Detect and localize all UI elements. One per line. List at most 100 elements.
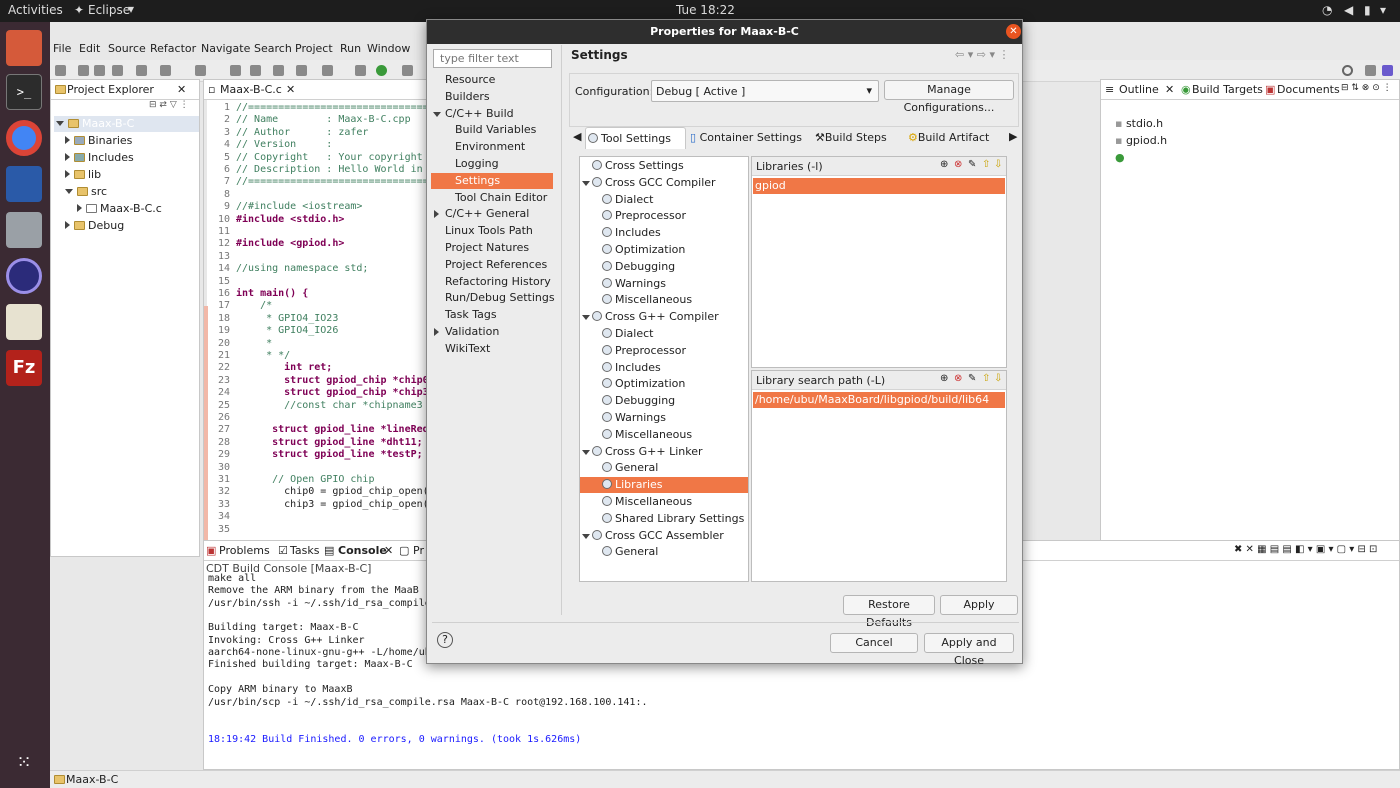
nav-item-c-c-general[interactable]: C/C++ General bbox=[431, 206, 553, 222]
list-move-down-icon[interactable]: ⇩ bbox=[994, 373, 1002, 384]
collapse-all-icon[interactable]: ⊟ bbox=[149, 100, 157, 110]
close-icon[interactable]: ✕ bbox=[177, 83, 186, 96]
apply-and-close-button[interactable]: Apply and Close bbox=[924, 633, 1014, 667]
chevron-down-icon[interactable] bbox=[582, 449, 590, 455]
new-icon[interactable] bbox=[55, 65, 66, 76]
app-menu[interactable]: Eclipse bbox=[88, 3, 130, 17]
tab-outline[interactable]: Outline bbox=[1119, 83, 1159, 96]
tab-container-settings[interactable]: ▯ Container Settings bbox=[690, 131, 802, 144]
close-icon[interactable]: ✕ bbox=[1165, 83, 1174, 96]
chevron-down-icon[interactable] bbox=[582, 533, 590, 539]
build-icon[interactable] bbox=[112, 65, 123, 76]
tool-item-debugging[interactable]: Debugging bbox=[580, 259, 748, 275]
tool-item-libraries[interactable]: Libraries bbox=[580, 477, 748, 494]
cancel-button[interactable]: Cancel bbox=[830, 633, 918, 653]
view-menu-icon[interactable]: ⋮ bbox=[180, 100, 189, 110]
tool-item-debugging[interactable]: Debugging bbox=[580, 393, 748, 409]
menu-window[interactable]: Window bbox=[367, 42, 410, 55]
calculator-icon[interactable] bbox=[6, 212, 42, 248]
menu-refactor[interactable]: Refactor bbox=[150, 42, 196, 55]
nav-item-builders[interactable]: Builders bbox=[431, 89, 553, 105]
hammer-icon[interactable] bbox=[136, 65, 147, 76]
nav-item-settings[interactable]: Settings bbox=[431, 172, 553, 189]
link-editor-icon[interactable]: ⇄ bbox=[159, 100, 167, 110]
tool-item-miscellaneous[interactable]: Miscellaneous bbox=[580, 427, 748, 443]
chevron-down-icon[interactable] bbox=[582, 315, 590, 321]
console-toolbar[interactable]: ✖ ✕ ▦ ▤ ▤ ◧ ▾ ▣ ▾ ▢ ▾ ⊟ ⊡ bbox=[1234, 544, 1377, 555]
nav-item-project-references[interactable]: Project References bbox=[431, 257, 553, 273]
list-add-icon[interactable]: ⊕ bbox=[940, 159, 948, 170]
restore-defaults-button[interactable]: Restore Defaults bbox=[843, 595, 935, 629]
tool-item-miscellaneous[interactable]: Miscellaneous bbox=[580, 494, 748, 510]
apply-button[interactable]: Apply bbox=[940, 595, 1018, 615]
volume-icon[interactable]: ◀ bbox=[1344, 3, 1353, 17]
tab-problems[interactable]: Problems bbox=[219, 544, 270, 557]
tool-item-preprocessor[interactable]: Preprocessor bbox=[580, 343, 748, 359]
tab-build-artifact[interactable]: ⚙Build Artifact bbox=[908, 131, 989, 144]
tool-item-dialect[interactable]: Dialect bbox=[580, 192, 748, 208]
nav-history-icons[interactable]: ⇦ ▾ ⇨ ▾ ⋮ bbox=[955, 48, 1009, 61]
close-icon[interactable]: ✕ bbox=[384, 544, 393, 557]
manage-configurations-button[interactable]: Manage Configurations... bbox=[884, 80, 1014, 114]
save-all-icon[interactable] bbox=[94, 65, 105, 76]
code-area[interactable]: 1 //================================ 2 // N… bbox=[204, 102, 428, 554]
list-delete-icon[interactable]: ⊗ bbox=[954, 373, 962, 384]
library-item[interactable]: gpiod bbox=[753, 178, 1005, 194]
menu-run[interactable]: Run bbox=[340, 42, 361, 55]
config-select[interactable]: Debug [ Active ] ▾ bbox=[651, 80, 879, 102]
system-menu-chevron-icon[interactable]: ▾ bbox=[1380, 3, 1386, 17]
nav-item-refactoring-history[interactable]: Refactoring History bbox=[431, 274, 553, 290]
tab-tasks[interactable]: Tasks bbox=[290, 544, 319, 557]
nav-item-wikitext[interactable]: WikiText bbox=[431, 341, 553, 357]
tool-icon[interactable] bbox=[273, 65, 284, 76]
tool-item-miscellaneous[interactable]: Miscellaneous bbox=[580, 292, 748, 308]
menu-navigate[interactable]: Navigate bbox=[201, 42, 250, 55]
list-move-up-icon[interactable]: ⇧ bbox=[982, 373, 990, 384]
tool-item-general[interactable]: General bbox=[580, 460, 748, 476]
network-app-icon[interactable] bbox=[6, 166, 42, 202]
tool-item-optimization[interactable]: Optimization bbox=[580, 242, 748, 258]
search-icon[interactable] bbox=[1342, 65, 1353, 76]
files-icon[interactable] bbox=[6, 30, 42, 66]
list-move-up-icon[interactable]: ⇧ bbox=[982, 159, 990, 170]
menu-file[interactable]: File bbox=[53, 42, 71, 55]
tool-item-preprocessor[interactable]: Preprocessor bbox=[580, 208, 748, 224]
tool-item-cross-g-linker[interactable]: Cross G++ Linker bbox=[580, 444, 748, 460]
debug-icon[interactable] bbox=[355, 65, 366, 76]
outline-toolbar[interactable]: ⊟ ⇅ ⊗ ⊙ ⋮ bbox=[1341, 83, 1392, 93]
tab-build-steps[interactable]: ⚒Build Steps bbox=[815, 131, 887, 144]
external-tools-icon[interactable] bbox=[402, 65, 413, 76]
tool-item-cross-settings[interactable]: Cross Settings bbox=[580, 158, 748, 174]
filezilla-icon[interactable]: Fz bbox=[6, 350, 42, 386]
battery-icon[interactable]: ▮ bbox=[1364, 3, 1371, 17]
tool-item-warnings[interactable]: Warnings bbox=[580, 276, 748, 292]
chevron-down-icon[interactable]: ▾ bbox=[128, 2, 134, 16]
chevron-right-icon[interactable] bbox=[434, 328, 439, 336]
nav-item-resource[interactable]: Resource bbox=[431, 72, 553, 88]
tool-item-cross-gcc-compiler[interactable]: Cross GCC Compiler bbox=[580, 175, 748, 191]
tab-build-targets[interactable]: Build Targets bbox=[1192, 83, 1263, 96]
text-editor-icon[interactable] bbox=[6, 304, 42, 340]
show-apps-icon[interactable]: ⁙ bbox=[6, 746, 42, 782]
menu-source[interactable]: Source bbox=[108, 42, 146, 55]
perspective-icon[interactable] bbox=[1365, 65, 1376, 76]
tree-lib[interactable]: lib bbox=[65, 167, 101, 183]
tab-scroll-left-icon[interactable]: ◀ bbox=[573, 130, 581, 143]
list-delete-icon[interactable]: ⊗ bbox=[954, 159, 962, 170]
tool-item-includes[interactable]: Includes bbox=[580, 360, 748, 376]
tab-project-explorer[interactable]: Project Explorer bbox=[67, 83, 154, 96]
tree-project-maax[interactable]: Maax-B-C bbox=[54, 116, 199, 132]
nav-item-task-tags[interactable]: Task Tags bbox=[431, 307, 553, 323]
tab-tool-settings[interactable]: Tool Settings bbox=[585, 127, 686, 149]
outline-main[interactable]: ● main() : int bbox=[1115, 150, 1189, 166]
tree-binaries[interactable]: Binaries bbox=[65, 133, 132, 149]
close-icon[interactable]: ✕ bbox=[1006, 24, 1021, 39]
new-class-icon[interactable] bbox=[296, 65, 307, 76]
nav-item-build-variables[interactable]: Build Variables bbox=[431, 122, 553, 138]
list-edit-icon[interactable]: ✎ bbox=[968, 159, 976, 170]
menu-search[interactable]: Search bbox=[254, 42, 292, 55]
library-path-item[interactable]: /home/ubu/MaaxBoard/libgpiod/build/lib64 bbox=[753, 392, 1005, 408]
tree-file-maax-c[interactable]: Maax-B-C.c bbox=[77, 201, 162, 217]
filter-icon[interactable]: ▽ bbox=[170, 100, 177, 110]
nav-item-environment[interactable]: Environment bbox=[431, 139, 553, 155]
